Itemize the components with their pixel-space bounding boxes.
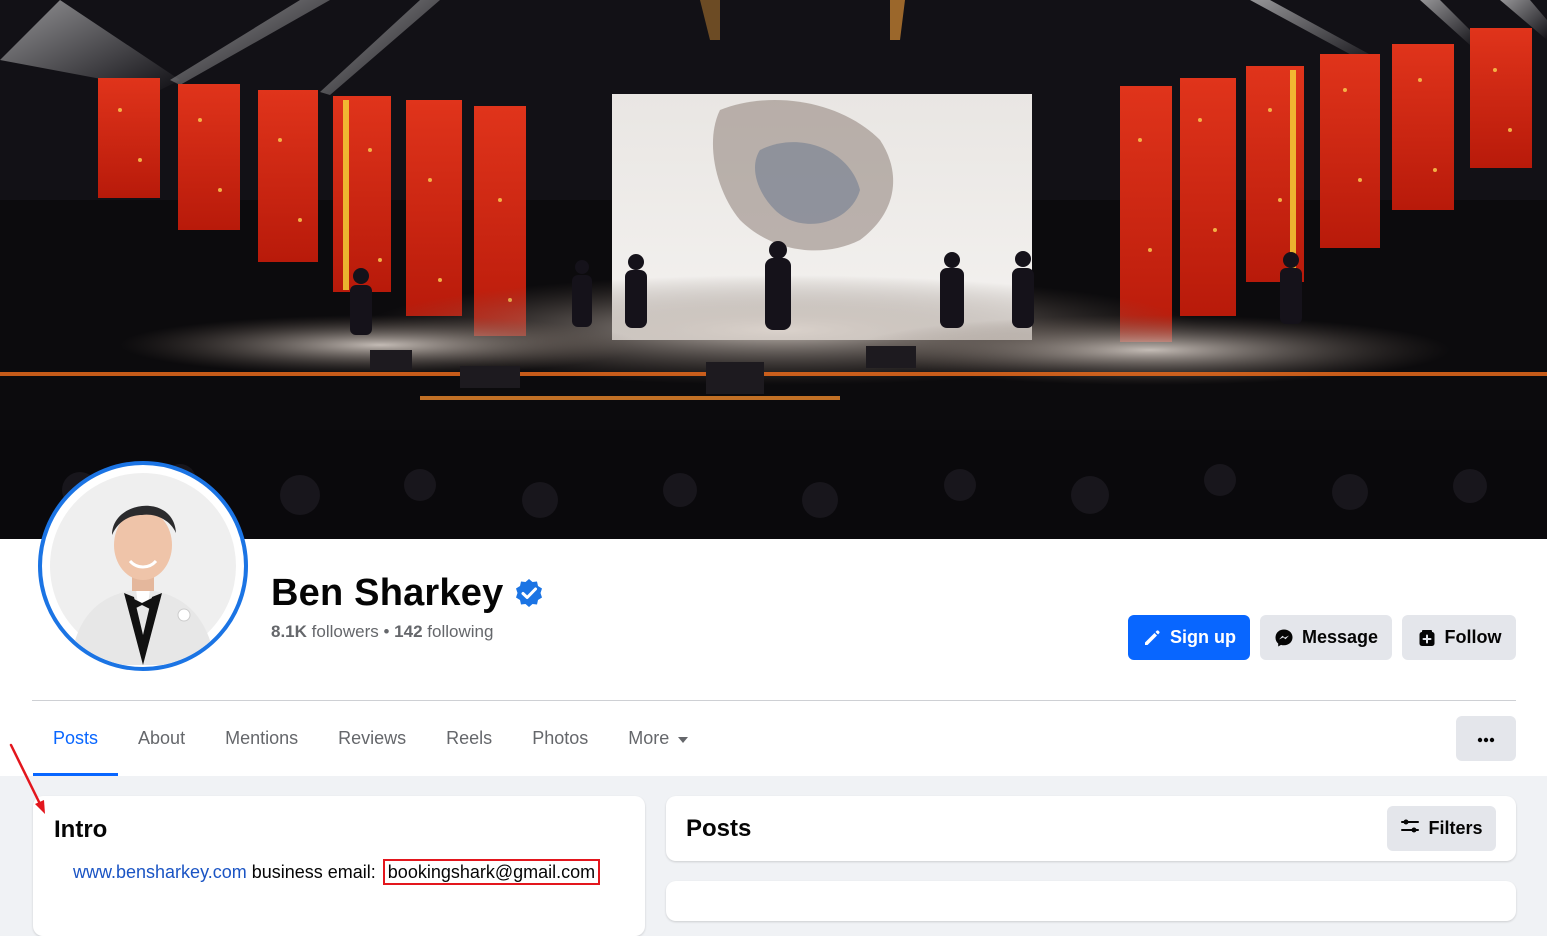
intro-title: Intro [54,816,108,843]
posts-title: Posts [686,815,752,842]
tab-mentions[interactable]: Mentions [205,701,318,776]
sign-up-button[interactable]: Sign up [1128,615,1250,660]
post-card [666,881,1516,921]
following-count[interactable]: 142 [394,622,422,641]
profile-avatar[interactable] [38,461,248,671]
more-dots-icon [1476,730,1496,748]
follow-stats: 8.1K followers • 142 following [271,622,493,642]
business-email: bookingshark@gmail.com [382,859,601,885]
tab-about[interactable]: About [118,701,205,776]
follow-button[interactable]: Follow [1402,615,1516,660]
tab-reviews[interactable]: Reviews [318,701,426,776]
intro-card: Intro www.bensharkey.com business email:… [33,796,645,936]
tab-label: Reels [446,728,493,748]
pencil-icon [1142,628,1162,648]
profile-name-row: Ben Sharkey [271,568,545,618]
stats-separator: • [378,622,395,641]
tab-label: Mentions [225,728,299,748]
tab-label: About [138,728,186,748]
tab-reels[interactable]: Reels [426,701,512,776]
business-email-label: business email: [246,862,381,882]
follow-icon [1417,628,1437,648]
more-options-button[interactable] [1456,716,1516,761]
verified-badge-icon [513,577,545,609]
caret-down-icon [677,728,689,749]
tab-label: Reviews [338,728,407,748]
filters-icon [1400,818,1420,839]
tab-label: Photos [532,728,589,748]
follow-label: Follow [1444,627,1502,647]
sign-up-label: Sign up [1170,627,1236,647]
tab-more[interactable]: More [608,701,709,776]
filters-button[interactable]: Filters [1387,806,1496,851]
following-label: following [427,622,494,641]
filters-label: Filters [1428,818,1483,838]
message-label: Message [1301,627,1379,647]
tab-photos[interactable]: Photos [512,701,608,776]
profile-tabs: Posts About Mentions Reviews Reels Photo… [33,701,709,776]
followers-label: followers [311,622,379,641]
messenger-icon [1274,628,1294,648]
annotation-arrow [0,740,60,825]
cover-photo[interactable] [0,0,1547,539]
website-link[interactable]: www.bensharkey.com [73,862,247,882]
followers-count[interactable]: 8.1K [271,622,307,641]
intro-bio: www.bensharkey.com business email: booki… [73,859,601,885]
posts-header-card: Posts Filters [666,796,1516,861]
profile-name: Ben Sharkey [271,571,504,614]
message-button[interactable]: Message [1260,615,1392,660]
tab-label: More [628,728,670,748]
